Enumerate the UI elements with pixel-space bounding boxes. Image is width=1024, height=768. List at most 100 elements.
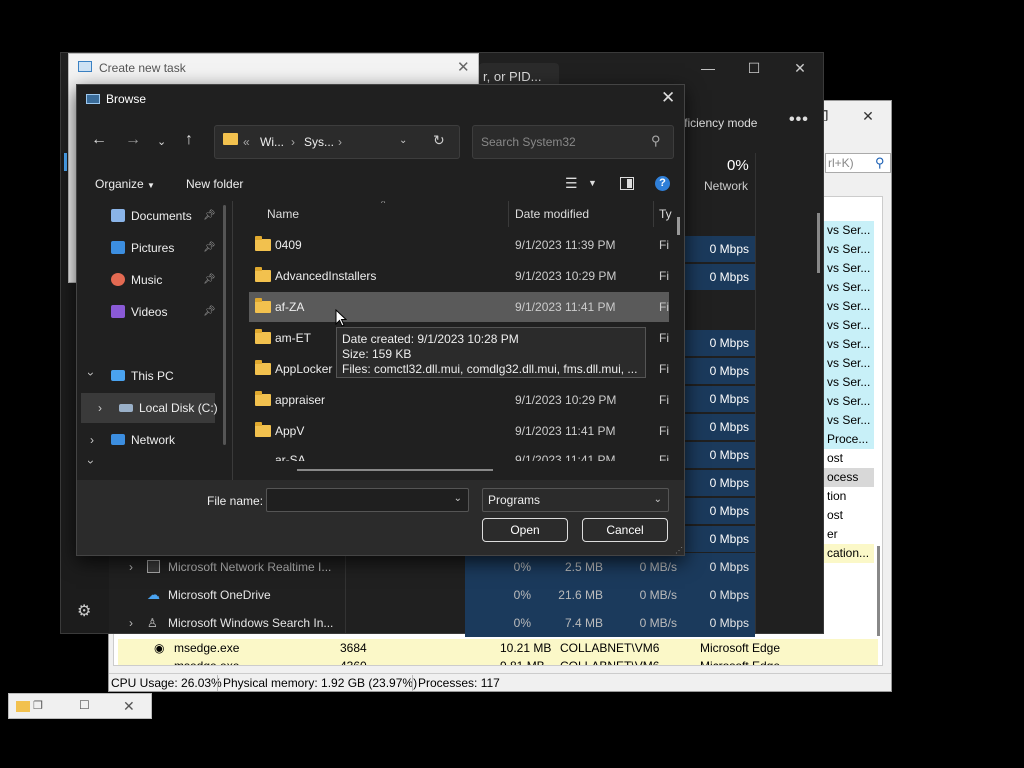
process-user: COLLABNET\VM6 bbox=[560, 657, 659, 665]
up-arrow-icon[interactable]: ↑ bbox=[185, 131, 193, 149]
process-cpu: 0% bbox=[465, 609, 537, 637]
file-name-input[interactable] bbox=[271, 492, 446, 508]
process-name: msedge.exe bbox=[174, 641, 240, 655]
nav-scrollbar[interactable] bbox=[223, 205, 226, 445]
pe-frag: vs Ser... bbox=[824, 354, 874, 373]
documents-icon bbox=[111, 209, 125, 222]
list-item[interactable]: appraiser 9/1/2023 10:29 PM Fi bbox=[249, 385, 669, 415]
pin-icon[interactable]: 📌︎ bbox=[203, 201, 216, 231]
open-button[interactable]: Open bbox=[482, 518, 568, 542]
efficiency-mode-button[interactable]: fficiency mode bbox=[681, 116, 757, 130]
chevron-down-icon[interactable]: ▼ bbox=[588, 178, 597, 188]
folder-icon bbox=[255, 391, 271, 406]
file-date: 9/1/2023 10:29 PM bbox=[515, 393, 617, 407]
table-row[interactable]: › Microsoft Network Realtime I... 0% 2.5… bbox=[111, 553, 823, 581]
close-icon[interactable]: ✕ bbox=[845, 101, 891, 131]
close-icon[interactable]: ✕ bbox=[777, 53, 823, 83]
search-icon[interactable]: ⚲ bbox=[875, 155, 885, 171]
close-icon[interactable]: ✕ bbox=[661, 88, 675, 108]
expand-chevron-icon[interactable]: › bbox=[129, 553, 133, 581]
expand-chevron-icon[interactable]: › bbox=[90, 433, 94, 447]
pin-icon[interactable]: 📌︎ bbox=[203, 297, 216, 327]
process-memory: 9.81 MB bbox=[500, 657, 545, 665]
view-options-icon[interactable]: ☰ bbox=[565, 175, 578, 192]
table-row[interactable]: ◉ msedge.exe 3684 10.21 MB COLLABNET\VM6… bbox=[118, 639, 878, 657]
recent-locations-chevron-icon[interactable]: ⌄ bbox=[157, 135, 166, 148]
organize-label: Organize bbox=[95, 177, 144, 191]
network-cell: 0 Mbps bbox=[683, 526, 755, 552]
pin-icon[interactable]: 📌︎ bbox=[203, 265, 216, 295]
close-icon[interactable]: ✕ bbox=[123, 698, 135, 715]
expand-chevron-icon[interactable]: › bbox=[98, 401, 102, 415]
list-item[interactable]: AppV 9/1/2023 11:41 PM Fi bbox=[249, 416, 669, 446]
list-item[interactable]: ar-SA 9/1/2023 11:41 PM Fi bbox=[249, 447, 669, 461]
overflow-chevron-icon[interactable]: « bbox=[243, 135, 250, 149]
cancel-button[interactable]: Cancel bbox=[582, 518, 668, 542]
file-type-select[interactable]: Programs ⌄ bbox=[482, 488, 669, 512]
settings-gear-icon[interactable]: ⚙ bbox=[77, 601, 91, 621]
breadcrumb-system32[interactable]: Sys... bbox=[304, 135, 334, 149]
horizontal-scrollbar[interactable] bbox=[297, 469, 493, 471]
minimized-window-thumbnail[interactable]: ❐ ☐ ✕ bbox=[8, 693, 152, 719]
breadcrumb-windows[interactable]: Wi... bbox=[260, 135, 284, 149]
list-item[interactable]: af-ZA 9/1/2023 11:41 PM Fi bbox=[249, 292, 669, 322]
process-pid: 4360 bbox=[340, 657, 367, 665]
service-icon bbox=[147, 560, 160, 573]
back-arrow-icon[interactable]: ← bbox=[91, 131, 107, 149]
file-type: Fi bbox=[659, 331, 669, 345]
file-name: 0409 bbox=[275, 238, 302, 252]
preview-pane-icon[interactable] bbox=[620, 177, 634, 190]
column-header-type[interactable]: Ty bbox=[659, 207, 672, 221]
organize-menu[interactable]: Organize ▼ bbox=[95, 177, 155, 191]
column-header-name[interactable]: Name bbox=[267, 207, 299, 221]
help-icon[interactable]: ? bbox=[655, 176, 670, 191]
table-row[interactable]: › ♙ Microsoft Windows Search In... 0% 7.… bbox=[111, 609, 823, 637]
list-item[interactable]: 0409 9/1/2023 11:39 PM Fi bbox=[249, 230, 669, 260]
collapse-chevron-icon[interactable]: › bbox=[84, 372, 98, 376]
network-cell: 0 Mbps bbox=[683, 414, 755, 440]
pe-frag: vs Ser... bbox=[824, 240, 874, 259]
process-disk: 0 MB/s bbox=[609, 553, 683, 581]
forward-arrow-icon[interactable]: → bbox=[125, 131, 141, 149]
close-icon[interactable]: ✕ bbox=[457, 58, 470, 76]
address-bar[interactable]: « Wi... › Sys... › ⌄ ↻ bbox=[214, 125, 460, 159]
navigation-pane[interactable]: Documents 📌︎ Pictures 📌︎ Music 📌︎ Videos… bbox=[77, 201, 233, 481]
address-dropdown-icon[interactable]: ⌄ bbox=[399, 135, 407, 146]
file-date: 9/1/2023 11:41 PM bbox=[515, 300, 616, 314]
column-divider[interactable] bbox=[653, 201, 654, 227]
process-network: 0 Mbps bbox=[683, 609, 755, 637]
pe-frag: vs Ser... bbox=[824, 411, 874, 430]
tree-item-label: Network bbox=[131, 433, 176, 447]
edge-icon: ◉ bbox=[154, 641, 165, 655]
expand-chevron-icon[interactable]: › bbox=[129, 609, 133, 637]
table-row[interactable]: ☁ Microsoft OneDrive 0% 21.6 MB 0 MB/s 0… bbox=[111, 581, 823, 609]
pe-frag: tion bbox=[824, 487, 874, 506]
search-box[interactable]: ⚲ bbox=[472, 125, 674, 159]
new-folder-button[interactable]: New folder bbox=[186, 177, 243, 191]
column-divider[interactable] bbox=[508, 201, 509, 227]
run-icon bbox=[78, 61, 92, 72]
pe-scrollbar[interactable] bbox=[877, 546, 880, 636]
file-date: 9/1/2023 11:41 PM bbox=[515, 453, 616, 461]
file-name-field[interactable]: ⌄ bbox=[266, 488, 469, 512]
network-column-header[interactable]: Network bbox=[704, 179, 748, 193]
refresh-icon[interactable]: ↻ bbox=[433, 132, 445, 149]
chevron-down-icon[interactable]: ⌄ bbox=[454, 493, 462, 504]
column-header-date-modified[interactable]: Date modified bbox=[515, 207, 589, 221]
more-options-icon[interactable]: ••• bbox=[789, 111, 809, 129]
tm-scrollbar[interactable] bbox=[817, 213, 820, 273]
dialog-footer: File name: ⌄ Programs ⌄ Open Cancel ⋰ bbox=[77, 480, 684, 555]
restore-icon[interactable]: ❐ bbox=[33, 699, 43, 712]
minimize-icon[interactable]: — bbox=[685, 53, 731, 83]
file-type: Fi bbox=[659, 362, 669, 376]
search-input[interactable] bbox=[481, 134, 646, 150]
search-icon[interactable]: ⚲ bbox=[651, 133, 661, 149]
resize-grip-icon[interactable]: ⋰ bbox=[675, 546, 683, 555]
list-item[interactable]: AdvancedInstallers 9/1/2023 10:29 PM Fi bbox=[249, 261, 669, 291]
pin-icon[interactable]: 📌︎ bbox=[203, 233, 216, 263]
table-row[interactable]: msedge.exe 4360 9.81 MB COLLABNET\VM6 Mi… bbox=[118, 657, 878, 665]
maximize-icon[interactable]: ☐ bbox=[79, 698, 90, 712]
maximize-icon[interactable]: ☐ bbox=[731, 53, 777, 83]
expand-chevron-icon[interactable]: › bbox=[84, 460, 98, 464]
vertical-scrollbar[interactable] bbox=[677, 217, 680, 235]
